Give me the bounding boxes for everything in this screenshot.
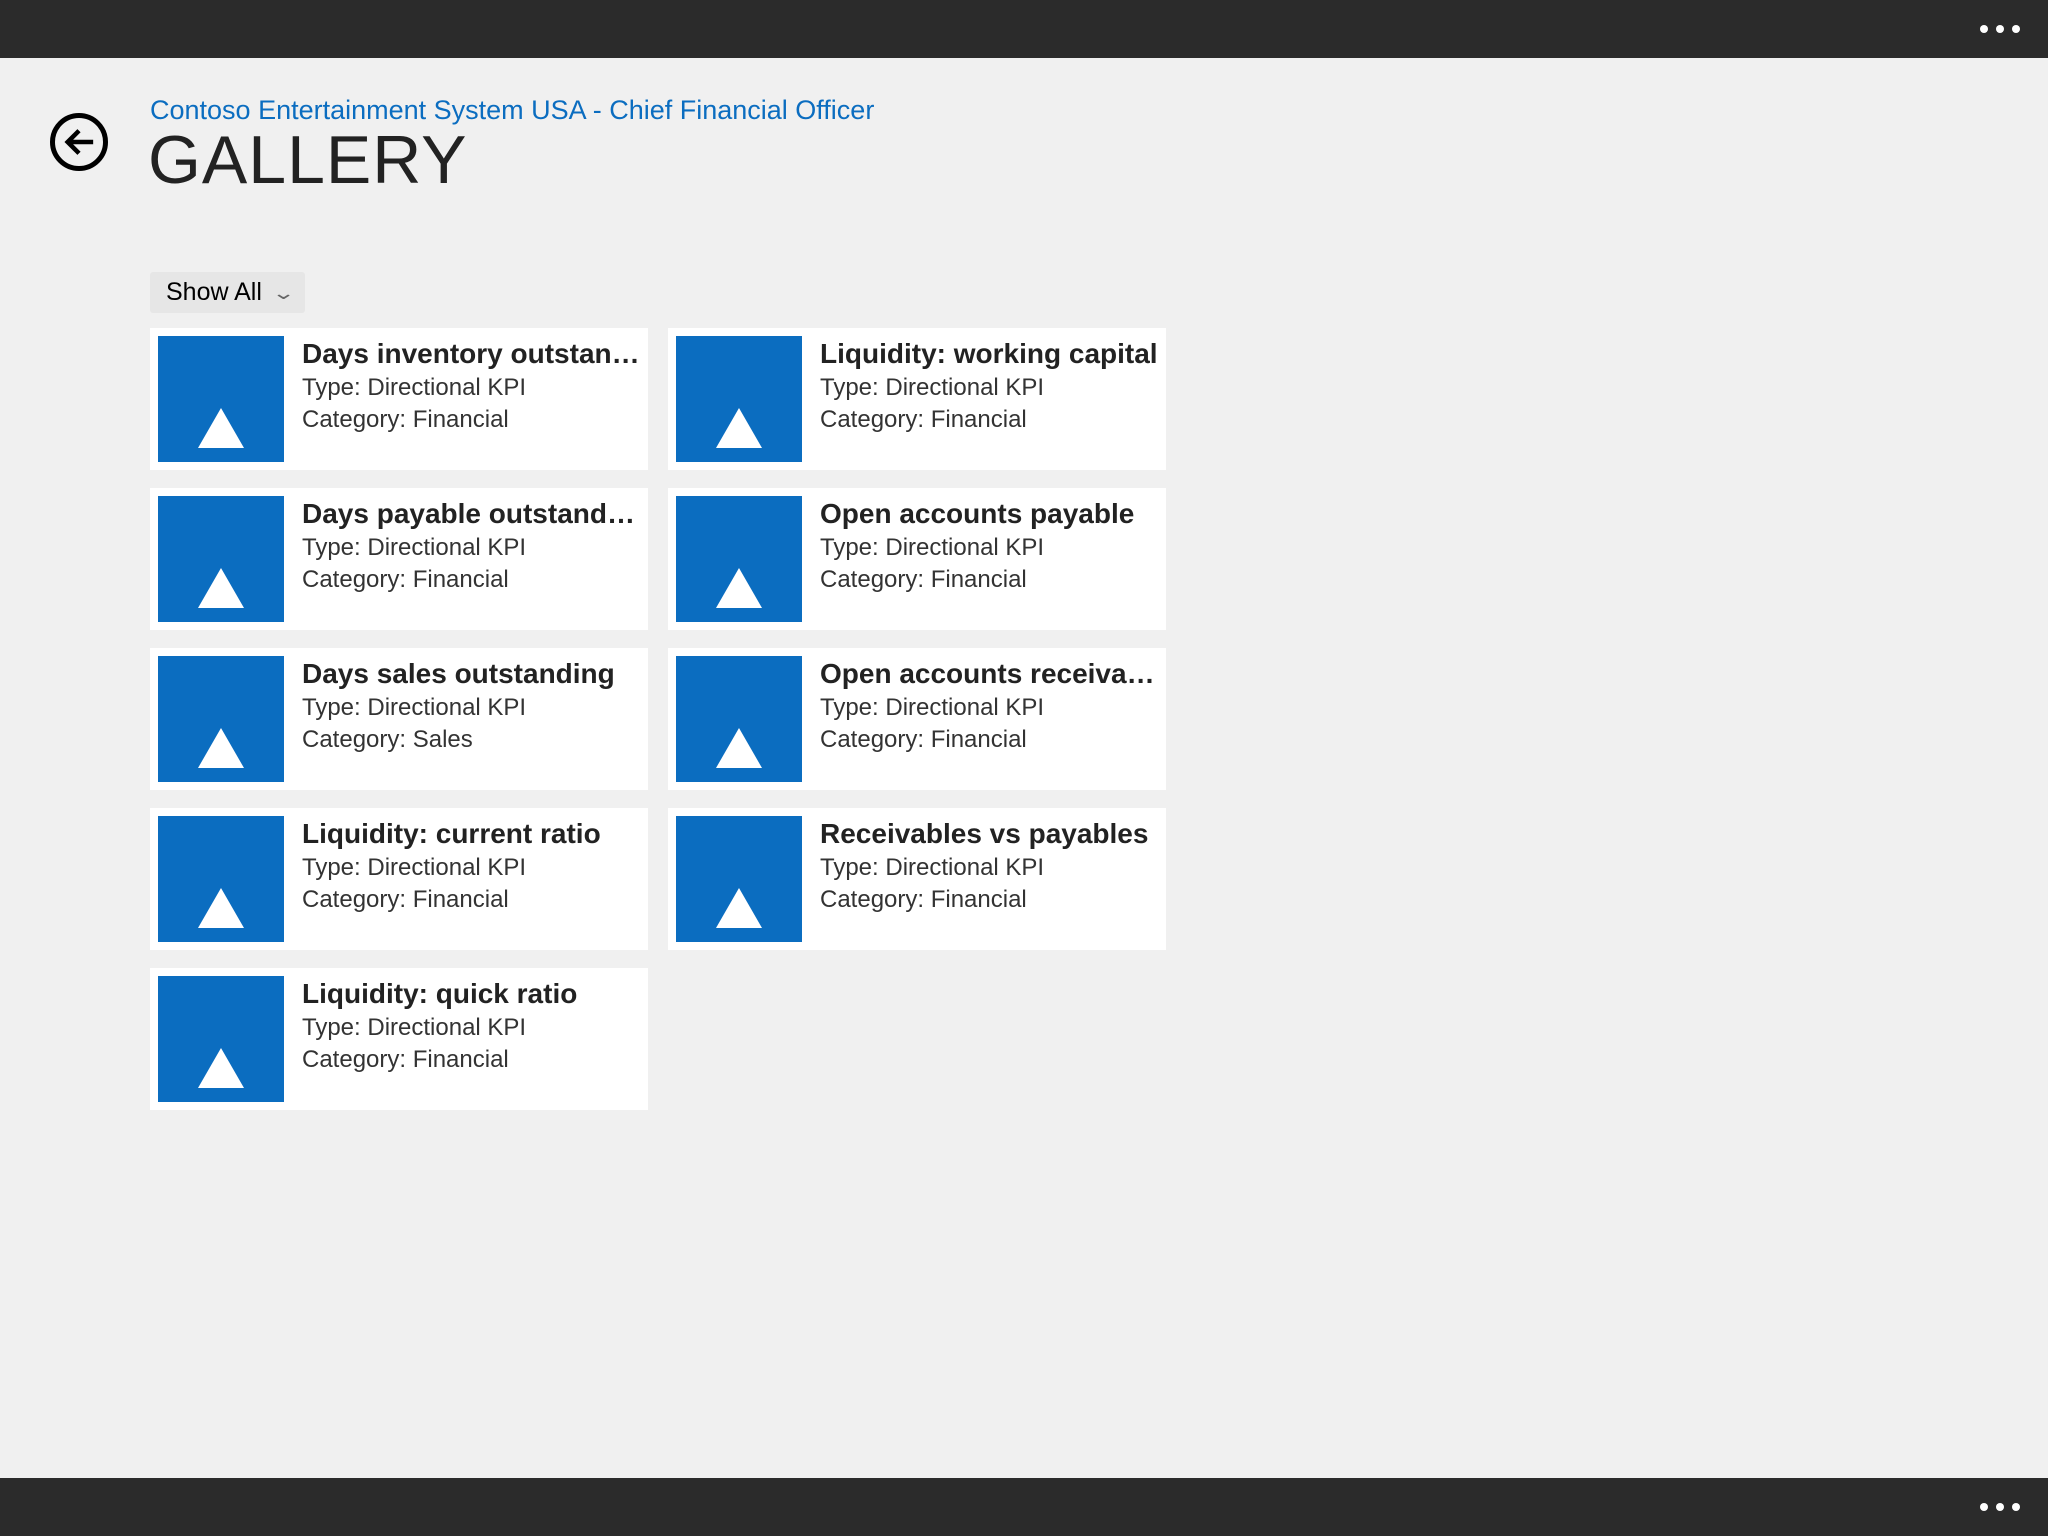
kpi-tile-text: Receivables vs payables Type: Directional… — [802, 816, 1158, 942]
kpi-tile[interactable]: Days sales outstanding Type: Directional … — [150, 648, 648, 790]
kpi-tile-category: Category: Financial — [302, 886, 640, 914]
kpi-tile-title: Days inventory outstanding — [302, 338, 640, 370]
kpi-tile-category: Category: Financial — [820, 726, 1158, 754]
kpi-tile-type: Type: Directional KPI — [820, 534, 1158, 562]
kpi-tile[interactable]: Receivables vs payables Type: Directional… — [668, 808, 1166, 950]
kpi-tile-type: Type: Directional KPI — [302, 534, 640, 562]
kpi-tile-type: Type: Directional KPI — [302, 854, 640, 882]
page-header: Contoso Entertainment System USA - Chief… — [50, 95, 874, 194]
kpi-tile-category: Category: Financial — [302, 1046, 640, 1074]
kpi-tile-type: Type: Directional KPI — [820, 694, 1158, 722]
kpi-tile[interactable]: Liquidity: working capital Type: Directio… — [668, 328, 1166, 470]
app-bottom-bar — [0, 1478, 2048, 1536]
triangle-up-icon — [676, 816, 802, 942]
kpi-tile-category: Category: Financial — [820, 886, 1158, 914]
triangle-up-icon — [676, 656, 802, 782]
filter-row: Show All ⌄ — [150, 272, 305, 313]
kpi-tile-title: Open accounts payable — [820, 498, 1158, 530]
kpi-tile-title: Days payable outstanding — [302, 498, 640, 530]
arrow-left-icon — [62, 125, 96, 159]
kpi-tile-text: Days sales outstanding Type: Directional … — [284, 656, 640, 782]
kpi-tile[interactable]: Liquidity: quick ratio Type: Directional … — [150, 968, 648, 1110]
kpi-tile-title: Open accounts receivable — [820, 658, 1158, 690]
kpi-tile-text: Days inventory outstanding Type: Directio… — [284, 336, 640, 462]
kpi-tile-text: Liquidity: quick ratio Type: Directional … — [284, 976, 640, 1102]
triangle-up-icon — [158, 816, 284, 942]
back-button[interactable] — [50, 113, 108, 171]
kpi-tile[interactable]: Days inventory outstanding Type: Directio… — [150, 328, 648, 470]
top-bar-more-button[interactable] — [1980, 25, 2020, 33]
kpi-tile-title: Receivables vs payables — [820, 818, 1158, 850]
kpi-tile-type: Type: Directional KPI — [820, 374, 1158, 402]
triangle-up-icon — [158, 976, 284, 1102]
kpi-tile-category: Category: Financial — [820, 406, 1158, 434]
kpi-tile-type: Type: Directional KPI — [302, 374, 640, 402]
filter-dropdown[interactable]: Show All ⌄ — [150, 272, 305, 313]
kpi-tile-text: Open accounts receivable Type: Directiona… — [802, 656, 1158, 782]
kpi-gallery-grid: Days inventory outstanding Type: Directio… — [150, 328, 1166, 1110]
kpi-tile-text: Liquidity: current ratio Type: Directiona… — [284, 816, 640, 942]
kpi-tile-text: Open accounts payable Type: Directional K… — [802, 496, 1158, 622]
kpi-tile-category: Category: Sales — [302, 726, 640, 754]
kpi-tile-text: Liquidity: working capital Type: Directio… — [802, 336, 1158, 462]
triangle-up-icon — [676, 496, 802, 622]
kpi-tile-type: Type: Directional KPI — [820, 854, 1158, 882]
kpi-tile-type: Type: Directional KPI — [302, 1014, 640, 1042]
kpi-tile[interactable]: Open accounts payable Type: Directional K… — [668, 488, 1166, 630]
kpi-tile-category: Category: Financial — [302, 406, 640, 434]
kpi-tile-title: Liquidity: current ratio — [302, 818, 640, 850]
kpi-tile[interactable]: Days payable outstanding Type: Directiona… — [150, 488, 648, 630]
bottom-bar-more-button[interactable] — [1980, 1503, 2020, 1511]
chevron-down-icon: ⌄ — [271, 283, 295, 304]
page-title: GALLERY — [148, 126, 874, 194]
kpi-tile-category: Category: Financial — [302, 566, 640, 594]
app-top-bar — [0, 0, 2048, 58]
filter-dropdown-label: Show All — [166, 278, 262, 307]
kpi-tile-type: Type: Directional KPI — [302, 694, 640, 722]
triangle-up-icon — [158, 656, 284, 782]
kpi-tile-title: Liquidity: working capital — [820, 338, 1158, 370]
kpi-tile[interactable]: Liquidity: current ratio Type: Directiona… — [150, 808, 648, 950]
kpi-tile[interactable]: Open accounts receivable Type: Directiona… — [668, 648, 1166, 790]
kpi-tile-category: Category: Financial — [820, 566, 1158, 594]
triangle-up-icon — [158, 496, 284, 622]
kpi-tile-text: Days payable outstanding Type: Directiona… — [284, 496, 640, 622]
triangle-up-icon — [676, 336, 802, 462]
kpi-tile-title: Liquidity: quick ratio — [302, 978, 640, 1010]
triangle-up-icon — [158, 336, 284, 462]
kpi-tile-title: Days sales outstanding — [302, 658, 640, 690]
